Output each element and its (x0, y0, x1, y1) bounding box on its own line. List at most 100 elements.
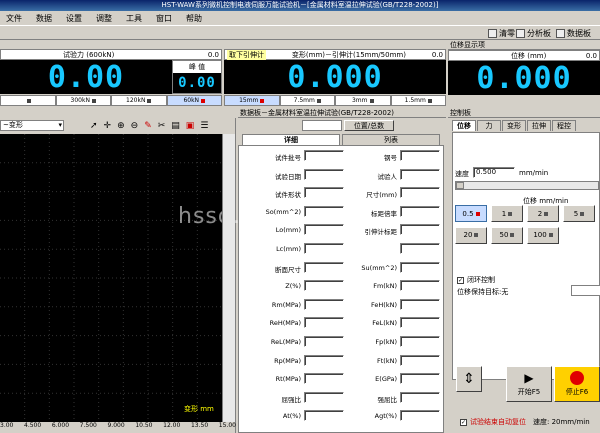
zoom-out-icon[interactable]: ⊖ (131, 121, 139, 131)
field-input[interactable] (400, 410, 440, 422)
field-input[interactable] (304, 224, 344, 236)
field-input[interactable] (400, 280, 440, 292)
field-label: E(GPa) (375, 375, 397, 384)
field-input[interactable] (400, 205, 440, 217)
data-button[interactable]: 数据板 (556, 27, 591, 39)
control-tab-1[interactable]: 力 (477, 120, 501, 131)
field-label: ReL(MPa) (270, 338, 301, 346)
field-input[interactable] (400, 317, 440, 329)
speed-slider-thumb[interactable] (456, 182, 464, 189)
speed-button-2[interactable]: 2 (527, 205, 559, 222)
field-label: Ft(kN) (377, 356, 397, 365)
speed-slider[interactable] (455, 181, 599, 190)
crosshair-icon[interactable]: ✛ (104, 121, 112, 131)
field-input[interactable] (400, 391, 440, 403)
force-range-2[interactable]: 120kN (111, 95, 167, 106)
tab-detail[interactable]: 详细 (242, 134, 340, 145)
speed-button-3[interactable]: 5 (563, 205, 595, 222)
menu-item-3[interactable]: 调整 (96, 13, 112, 24)
chart-scrollbar[interactable] (222, 134, 235, 422)
cut-icon[interactable]: ✂ (158, 121, 166, 131)
list-icon[interactable]: ☰ (200, 121, 208, 131)
control-tab-3[interactable]: 拉伸 (527, 120, 551, 131)
field-input[interactable] (304, 280, 344, 292)
image-icon[interactable]: ▣ (186, 121, 195, 131)
field-input[interactable] (304, 261, 344, 273)
control-tab-0[interactable]: 位移 (452, 120, 476, 131)
field-input[interactable] (400, 187, 440, 199)
speed-input[interactable]: 0.500 (473, 167, 515, 178)
field-input[interactable] (400, 168, 440, 180)
field-input[interactable] (304, 354, 344, 366)
pen-icon[interactable]: ✎ (144, 121, 152, 131)
curve-selector[interactable]: ~变形 ▾ (0, 120, 64, 131)
chart-canvas: hssd.en.alibaba.com 变形 mm (0, 134, 423, 422)
field-input[interactable] (304, 168, 344, 180)
field-input[interactable] (304, 317, 344, 329)
force-range-3[interactable]: 60kN (166, 95, 222, 106)
remove-extensometer-button[interactable]: 取下引伸计 (227, 49, 266, 60)
field-input[interactable] (304, 298, 344, 310)
speed-button-6[interactable]: 100 (527, 226, 559, 244)
menu-item-6[interactable]: 帮助 (186, 13, 202, 24)
extens-range-0[interactable]: 15mm (224, 95, 280, 106)
menu-item-4[interactable]: 工具 (126, 13, 142, 24)
menu-item-2[interactable]: 设置 (66, 13, 82, 24)
toolbar: 清零 分析板 数据板 (0, 26, 600, 40)
tab-list[interactable]: 列表 (342, 134, 440, 145)
force-range-0[interactable] (0, 95, 56, 106)
field-input[interactable] (304, 391, 344, 403)
menu-item-0[interactable]: 文件 (6, 13, 22, 24)
print-icon[interactable]: ▤ (171, 121, 180, 131)
control-tab-2[interactable]: 变形 (502, 120, 526, 131)
field-input[interactable] (400, 373, 440, 385)
updown-icon[interactable]: ⇕ (456, 366, 482, 392)
start-button[interactable]: ▶ 开始F5 (506, 366, 552, 402)
field-input[interactable] (400, 298, 440, 310)
peak-box: 峰 值 0.00 (172, 60, 222, 94)
force-label-row: 试验力 (600kN) 0.0 (0, 49, 222, 60)
displacement-panel: 位移显示项 位移 (mm) 0.0 0.000 (448, 40, 600, 106)
speed-button-1[interactable]: 1 (491, 205, 523, 222)
pointer-icon[interactable]: ➚ (90, 121, 98, 131)
extens-range-2[interactable]: 3mm (335, 95, 391, 106)
speed-button-4[interactable]: 20 (455, 226, 487, 244)
force-range-1[interactable]: 300kN (55, 95, 111, 106)
analysis-button[interactable]: 分析板 (516, 27, 551, 39)
field-input[interactable] (400, 150, 440, 161)
position-field[interactable] (302, 120, 342, 131)
field-input[interactable] (304, 205, 344, 217)
menu-item-5[interactable]: 窗口 (156, 13, 172, 24)
auto-reset-checkbox[interactable]: ✓ (460, 418, 467, 426)
field-input[interactable] (304, 410, 344, 422)
field-input[interactable] (304, 150, 344, 161)
field-label: Rm(MPa) (271, 300, 301, 309)
field-input[interactable] (400, 224, 440, 236)
menu-item-1[interactable]: 数据 (36, 13, 52, 24)
field-input[interactable] (304, 187, 344, 199)
clear-button[interactable]: 清零 (488, 27, 515, 39)
field-label: FeH(kN) (371, 300, 397, 309)
stop-button[interactable]: 停止F6 (554, 366, 600, 402)
field-input[interactable] (400, 261, 440, 273)
field-input[interactable] (304, 373, 344, 385)
field-input[interactable] (400, 336, 440, 347)
x-tick-label: 10.50 (135, 422, 153, 429)
extens-range-3[interactable]: 1.5mm (390, 95, 446, 106)
closed-loop-checkbox[interactable]: ✓ (457, 276, 464, 284)
field-input[interactable] (400, 354, 440, 366)
extens-range-1[interactable]: 7.5mm (279, 95, 335, 106)
control-tab-4[interactable]: 程控 (552, 120, 576, 131)
field-input[interactable] (400, 243, 440, 254)
field-label: Lc(mm) (276, 245, 301, 253)
hold-target-input[interactable] (571, 285, 600, 296)
field-input[interactable] (304, 243, 344, 254)
speed-button-0[interactable]: 0.5 (455, 205, 487, 222)
speed-button-5[interactable]: 50 (491, 226, 523, 244)
data-panel-header: 数据板－金属材料室温拉伸试验(GB/T228-2002) (238, 108, 446, 118)
position-button[interactable]: 位置/总数 (344, 120, 394, 131)
extensometer-panel: 取下引伸计 变形(mm)－引伸计(15mm/50mm) 0.0 0.000 15… (224, 40, 446, 106)
field-label: Z(%) (285, 282, 301, 291)
zoom-in-icon[interactable]: ⊕ (117, 121, 125, 131)
field-input[interactable] (304, 336, 344, 347)
